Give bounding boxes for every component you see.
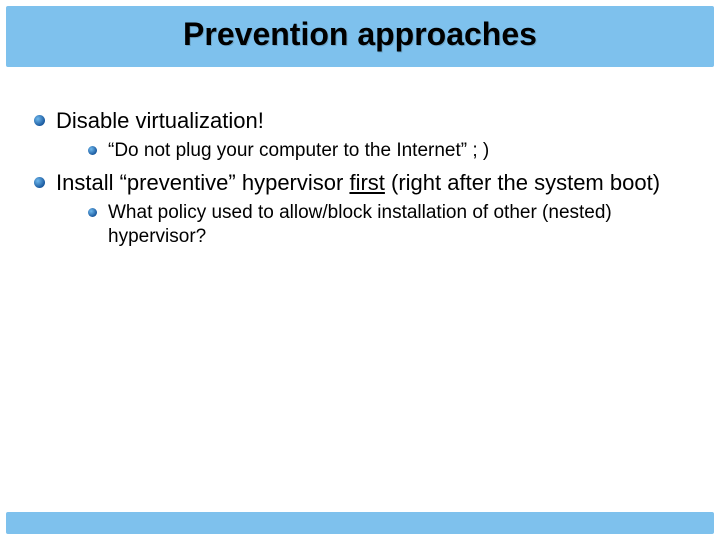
slide-content: Disable virtualization! “Do not plug you… [0,67,720,512]
bullet-text: What policy used to allow/block installa… [108,202,612,248]
bullet-text: Install “preventive” hypervisor [56,170,349,195]
bullet-text: Disable virtualization! [56,108,264,133]
bullet-text: (right after the system boot) [385,170,660,195]
bullet-list: Disable virtualization! “Do not plug you… [28,107,692,250]
sub-bullet-list: “Do not plug your computer to the Intern… [56,139,692,164]
footer-band [6,512,714,534]
slide-title: Prevention approaches [6,16,714,53]
list-item: Install “preventive” hypervisor first (r… [28,169,692,250]
list-item: What policy used to allow/block installa… [56,201,692,250]
bullet-text-underlined: first [349,170,384,195]
slide: Prevention approaches Disable virtualiza… [0,0,720,540]
sub-bullet-list: What policy used to allow/block installa… [56,201,692,250]
list-item: “Do not plug your computer to the Intern… [56,139,692,164]
list-item: Disable virtualization! “Do not plug you… [28,107,692,163]
bullet-text: “Do not plug your computer to the Intern… [108,140,489,161]
title-band: Prevention approaches [6,6,714,67]
